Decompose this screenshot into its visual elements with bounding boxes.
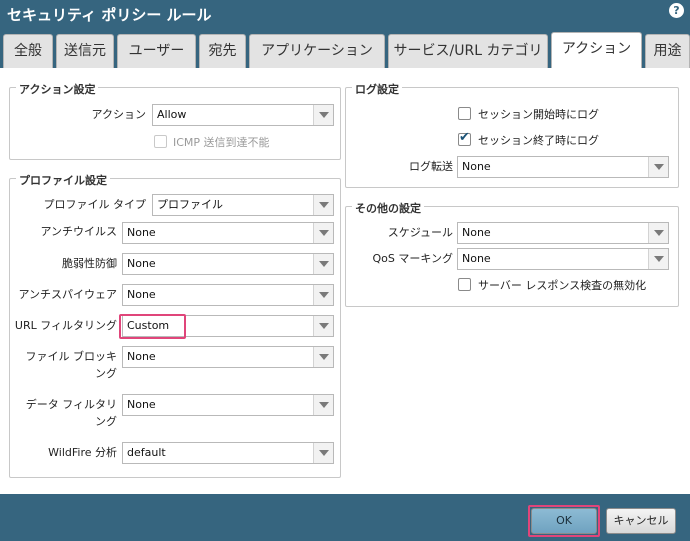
qos-marking-label: QoS マーキング (372, 252, 453, 265)
anti-spyware-label: アンチスパイウェア (18, 288, 117, 301)
action-label: アクション (91, 108, 146, 121)
url-filtering-highlight (119, 314, 186, 339)
chevron-down-icon (313, 254, 333, 274)
antivirus-select[interactable]: None (122, 222, 334, 244)
vulnerability-protection-select[interactable]: None (122, 253, 334, 275)
schedule-label: スケジュール (387, 226, 453, 239)
vulnerability-protection-value: None (127, 257, 156, 270)
schedule-select[interactable]: None (457, 222, 669, 244)
chevron-down-icon (313, 395, 333, 415)
action-select-value: Allow (157, 108, 187, 121)
disable-server-response-inspection-label: サーバー レスポンス検査の無効化 (478, 279, 647, 292)
tab-application[interactable]: アプリケーション (249, 34, 385, 68)
profile-type-select[interactable]: プロファイル (152, 194, 334, 216)
file-blocking-select[interactable]: None (122, 346, 334, 368)
tab-actions[interactable]: アクション (551, 32, 642, 68)
content-panel: アクション設定 アクション Allow ICMP 送信到達不能 プロファイル設定… (0, 68, 690, 494)
dialog-footer: OK キャンセル (0, 494, 690, 541)
qos-marking-value: None (462, 252, 491, 265)
profile-settings-legend: プロファイル設定 (16, 172, 110, 188)
url-filtering-label: URL フィルタリング (14, 319, 117, 332)
wildfire-analysis-value: default (127, 446, 166, 459)
window-title: セキュリティ ポリシー ルール (7, 6, 212, 24)
log-forwarding-value: None (462, 160, 491, 173)
chevron-down-icon (313, 347, 333, 367)
log-settings-legend: ログ設定 (352, 81, 402, 97)
anti-spyware-value: None (127, 288, 156, 301)
file-blocking-value: None (127, 350, 156, 363)
wildfire-analysis-label: WildFire 分析 (48, 446, 117, 459)
vulnerability-protection-label: 脆弱性防御 (62, 257, 117, 270)
log-at-session-end-checkbox[interactable]: ✔ (458, 130, 471, 146)
schedule-value: None (462, 226, 491, 239)
tab-service-url-category[interactable]: サービス/URL カテゴリ (388, 34, 548, 68)
data-filtering-select[interactable]: None (122, 394, 334, 416)
antivirus-value: None (127, 226, 156, 239)
tab-bar: 全般 送信元 ユーザー 宛先 アプリケーション サービス/URL カテゴリ アク… (0, 30, 690, 68)
title-bar: セキュリティ ポリシー ルール ? (0, 0, 690, 30)
disable-server-response-inspection-checkbox[interactable] (458, 278, 471, 291)
chevron-down-icon (313, 316, 333, 336)
chevron-down-icon (313, 285, 333, 305)
chevron-down-icon (648, 223, 668, 243)
chevron-down-icon (313, 105, 333, 125)
wildfire-analysis-select[interactable]: default (122, 442, 334, 464)
antivirus-label: アンチウイルス (40, 225, 117, 238)
log-at-session-start-checkbox[interactable] (458, 107, 471, 120)
tab-source[interactable]: 送信元 (56, 34, 114, 68)
help-icon[interactable]: ? (669, 3, 684, 18)
action-settings-legend: アクション設定 (16, 81, 99, 97)
other-settings-legend: その他の設定 (352, 200, 424, 216)
chevron-down-icon (648, 249, 668, 269)
anti-spyware-select[interactable]: None (122, 284, 334, 306)
tab-usage[interactable]: 用途 (645, 34, 690, 68)
chevron-down-icon (313, 223, 333, 243)
cancel-button[interactable]: キャンセル (606, 508, 676, 534)
file-blocking-label-line2: ング (95, 367, 117, 380)
data-filtering-label-line1: データ フィルタリ (25, 398, 117, 411)
chevron-down-icon (313, 195, 333, 215)
file-blocking-label-line1: ファイル ブロッキ (25, 350, 118, 363)
icmp-unreachable-label: ICMP 送信到達不能 (173, 136, 270, 149)
qos-marking-select[interactable]: None (457, 248, 669, 270)
log-at-session-end-label: セッション終了時にログ (478, 134, 599, 147)
chevron-down-icon (648, 157, 668, 177)
log-forwarding-select[interactable]: None (457, 156, 669, 178)
log-at-session-start-label: セッション開始時にログ (478, 108, 599, 121)
action-select[interactable]: Allow (152, 104, 334, 126)
icmp-unreachable-checkbox[interactable] (154, 135, 167, 148)
data-filtering-value: None (127, 398, 156, 411)
tab-destination[interactable]: 宛先 (199, 34, 246, 68)
tab-general[interactable]: 全般 (3, 34, 53, 68)
profile-type-label: プロファイル タイプ (43, 198, 147, 211)
chevron-down-icon (313, 443, 333, 463)
log-forwarding-label: ログ転送 (409, 160, 453, 173)
checkmark-icon: ✔ (459, 130, 470, 145)
data-filtering-label-line2: ング (95, 415, 117, 428)
tab-user[interactable]: ユーザー (117, 34, 196, 68)
profile-type-value: プロファイル (157, 198, 223, 211)
ok-button[interactable]: OK (531, 508, 597, 534)
